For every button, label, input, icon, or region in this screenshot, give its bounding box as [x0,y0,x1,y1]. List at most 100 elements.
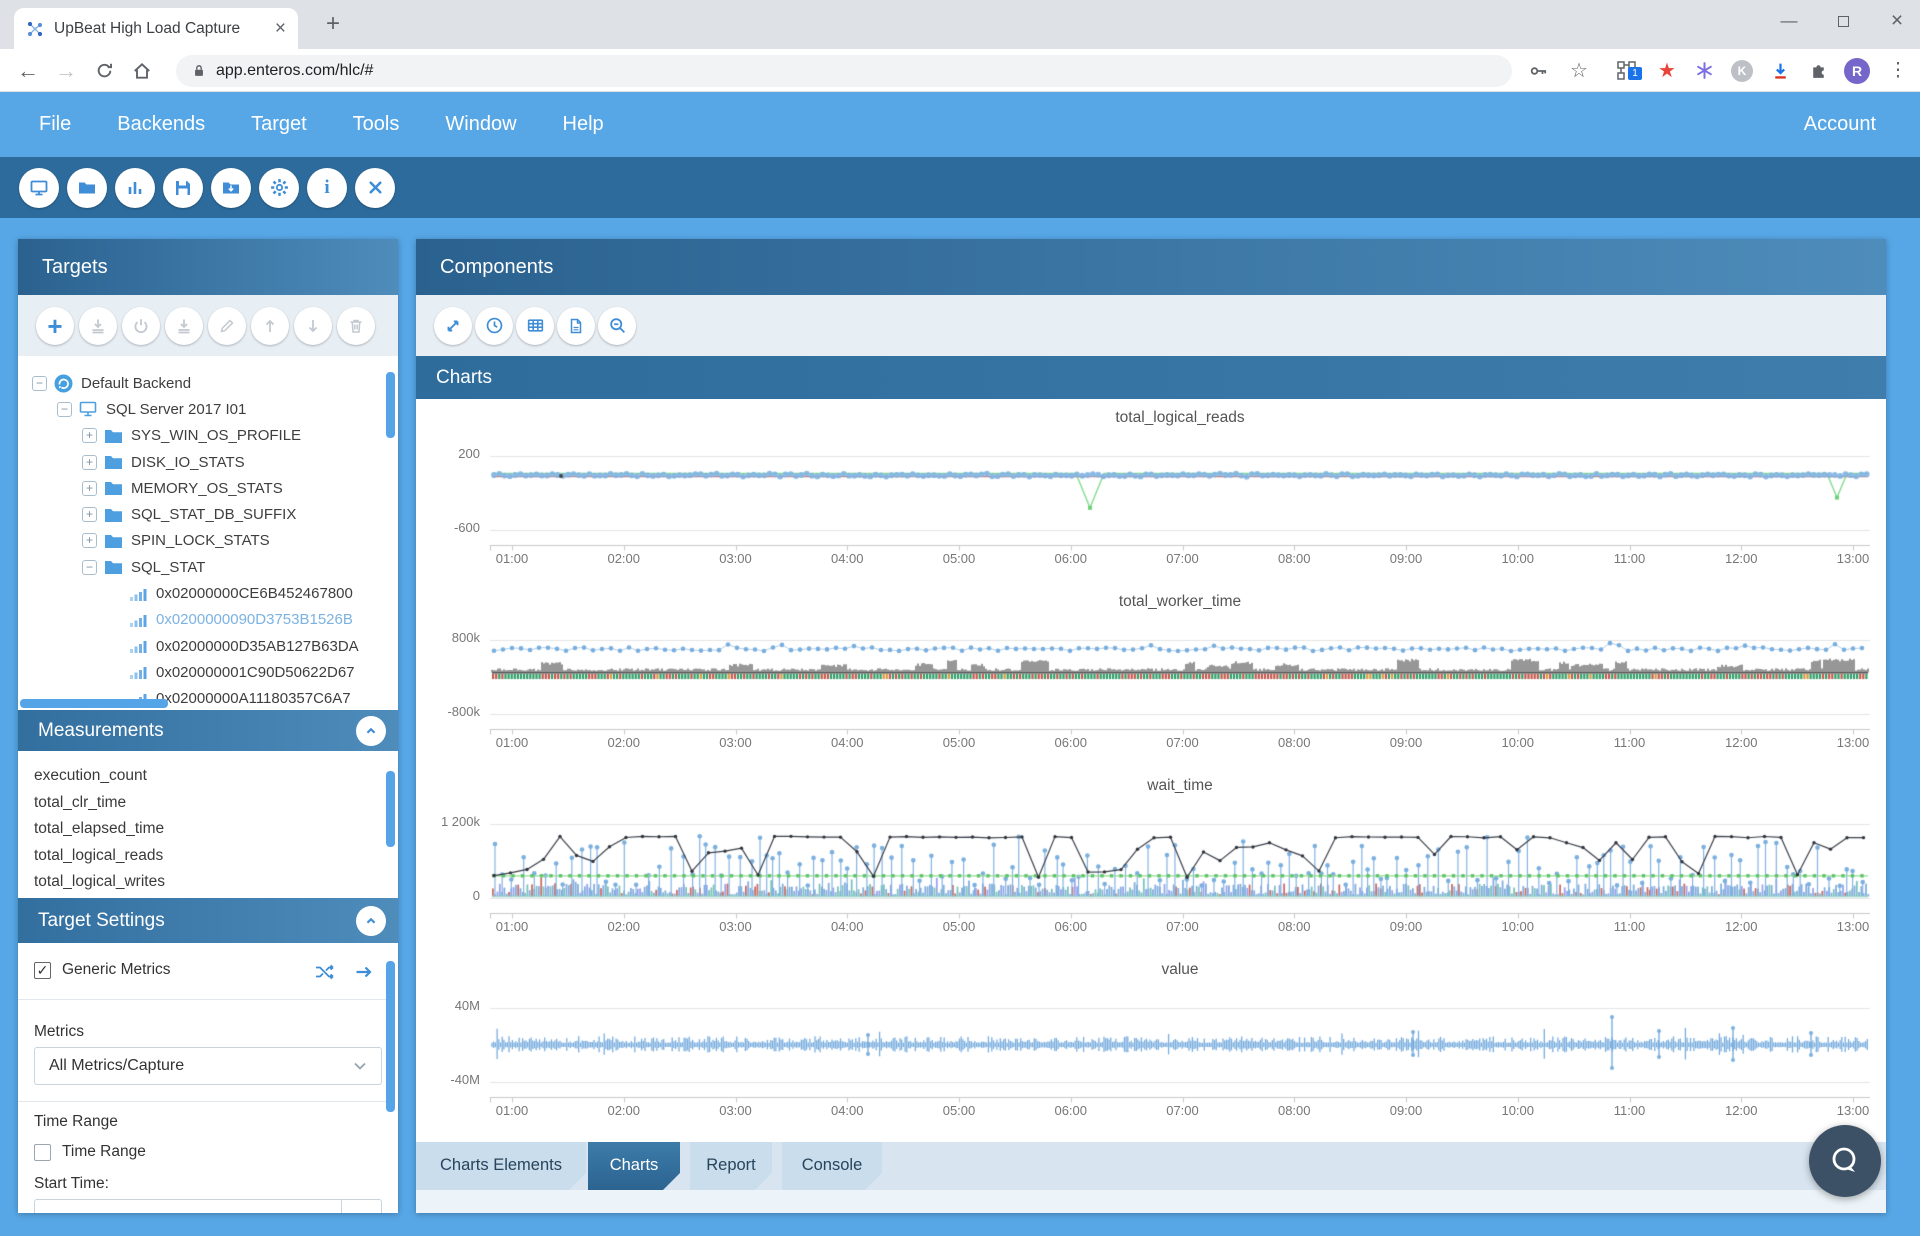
chat-button[interactable] [1809,1125,1881,1197]
expand-toggle-icon[interactable]: + [82,428,97,443]
download-icon[interactable] [1762,49,1798,92]
bookmark-star-icon[interactable]: ☆ [1561,49,1597,92]
capture-button[interactable] [211,168,251,208]
k-extension-icon[interactable]: K [1724,49,1760,92]
collapse-target-settings-button[interactable] [356,906,386,936]
collapse-measurements-button[interactable] [356,716,386,746]
time-button[interactable] [475,307,513,345]
dashboard-button[interactable] [19,168,59,208]
menu-tools[interactable]: Tools [330,113,423,136]
back-button[interactable]: ← [10,49,46,92]
power-button[interactable] [122,307,160,345]
tab-report[interactable]: Report [690,1142,772,1190]
delete-button[interactable] [337,307,375,345]
tree-item[interactable]: 0x0200000090D3753B1526B [18,607,398,633]
puzzle-extensions-icon[interactable] [1800,49,1836,92]
tree-item[interactable]: 0x02000000CE6B452467800 [18,580,398,606]
tools-button[interactable] [355,168,395,208]
export-button[interactable] [165,307,203,345]
snowflake-extension-icon[interactable] [1686,49,1722,92]
tree-item-label[interactable]: SQL_STAT [131,559,205,576]
move-up-button[interactable] [251,307,289,345]
tree-item[interactable]: + MEMORY_OS_STATS [18,475,398,501]
save-button[interactable] [163,168,203,208]
collapse-toggle-icon[interactable]: − [82,560,97,575]
minimize-button[interactable]: — [1766,0,1812,42]
expand-toggle-icon[interactable]: + [82,481,97,496]
new-tab-button[interactable]: + [318,10,348,40]
expand-toggle-icon[interactable]: + [82,507,97,522]
profile-avatar[interactable]: R [1839,49,1875,92]
measurement-item[interactable]: total_clr_time [18,790,398,817]
tree-item-label[interactable]: SYS_WIN_OS_PROFILE [131,427,301,444]
tree-item[interactable]: + SQL_STAT_DB_SUFFIX [18,501,398,527]
chart-canvas[interactable] [416,589,1886,773]
tree-item[interactable]: + DISK_IO_STATS [18,449,398,475]
menu-account[interactable]: Account [1804,92,1876,157]
tab-charts-elements[interactable]: Charts Elements [416,1142,586,1190]
collapse-toggle-icon[interactable]: − [32,376,47,391]
browser-menu-icon[interactable]: ⋮ [1880,49,1916,92]
tree-item[interactable]: − SQL Server 2017 I01 [18,396,398,422]
tree-item-label[interactable]: MEMORY_OS_STATS [131,480,283,497]
tree-item[interactable]: 0x020000001C90D50622D67 [18,659,398,685]
tab-charts[interactable]: Charts [588,1142,680,1190]
measurement-item[interactable]: total_elapsed_time [18,816,398,843]
close-window-button[interactable]: × [1874,0,1920,42]
table-button[interactable] [516,307,554,345]
reload-button[interactable] [86,49,122,92]
start-time-input[interactable] [34,1199,382,1213]
expand-toggle-icon[interactable]: + [82,533,97,548]
open-folder-button[interactable] [67,168,107,208]
menu-window[interactable]: Window [422,113,539,136]
tree-item-label[interactable]: 0x02000000A11180357C6A7 [156,690,351,707]
tree-item-label[interactable]: 0x02000000D35AB127B63DA [156,638,359,655]
info-button[interactable]: i [307,168,347,208]
shuffle-icon[interactable] [314,963,336,981]
measurement-item[interactable]: total_logical_writes [18,869,398,896]
target-settings-scrollbar-thumb[interactable] [386,961,395,1112]
close-tab-icon[interactable]: × [275,19,286,38]
tree-item-label[interactable]: SQL_STAT_DB_SUFFIX [131,506,296,523]
import-button[interactable] [79,307,117,345]
edit-button[interactable] [208,307,246,345]
menu-target[interactable]: Target [228,113,330,136]
measurement-item[interactable]: total_logical_reads [18,843,398,870]
tree-item-label[interactable]: SQL Server 2017 I01 [106,401,246,418]
charts-button[interactable] [115,168,155,208]
chart-canvas[interactable] [416,957,1886,1141]
maximize-button[interactable] [1820,0,1866,42]
tree-item[interactable]: + SYS_WIN_OS_PROFILE [18,423,398,449]
tree-item-label[interactable]: 0x02000000CE6B452467800 [156,585,353,602]
tree-item[interactable]: +SPIN_LOCK_STATS [18,528,398,554]
menu-file[interactable]: File [16,113,94,136]
measurements-scrollbar-thumb[interactable] [386,771,395,847]
settings-button[interactable] [259,168,299,208]
red-star-extension-icon[interactable]: ★ [1649,49,1685,92]
forward-button[interactable]: → [48,49,84,92]
add-target-button[interactable]: + [36,307,74,345]
tree-item-label[interactable]: 0x0200000090D3753B1526B [156,611,353,628]
expand-toggle-icon[interactable]: + [82,455,97,470]
chart-canvas[interactable] [416,773,1886,957]
metrics-select[interactable]: All Metrics/Capture [34,1047,382,1085]
url-bar[interactable]: app.enteros.com/hlc/# [176,55,1512,87]
expand-button[interactable] [434,307,472,345]
sitemap-extension-icon[interactable]: 1 [1609,49,1645,92]
tree-vertical-scrollbar-thumb[interactable] [386,372,395,438]
home-button[interactable] [124,49,160,92]
browser-tab[interactable]: UpBeat High Load Capture × [14,8,298,49]
zoom-button[interactable] [598,307,636,345]
pdf-button[interactable] [557,307,595,345]
tree-item-label[interactable]: 0x020000001C90D50622D67 [156,664,355,681]
tree-item-label[interactable]: DISK_IO_STATS [131,454,245,471]
chart-canvas[interactable] [416,405,1886,589]
start-time-picker-segment[interactable] [341,1200,381,1213]
tree-item[interactable]: 0x02000000D35AB127B63DA [18,633,398,659]
menu-backends[interactable]: Backends [94,113,228,136]
measurement-item[interactable]: execution_count [18,763,398,790]
tree-item[interactable]: − SQL_STAT [18,554,398,580]
collapse-toggle-icon[interactable]: − [57,402,72,417]
move-down-button[interactable] [294,307,332,345]
tab-console[interactable]: Console [782,1142,882,1190]
